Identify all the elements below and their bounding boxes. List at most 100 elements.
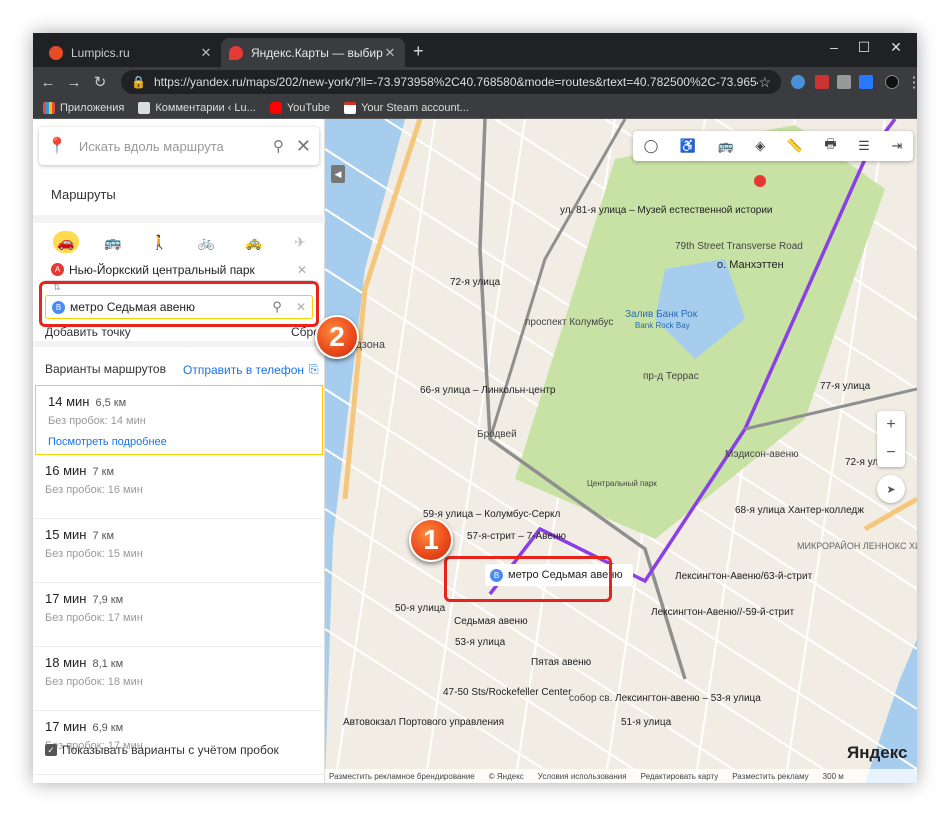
variant-distance: 6,9 км	[92, 722, 124, 734]
close-window-icon[interactable]: ✕	[881, 39, 911, 56]
close-tab-icon[interactable]: ✕	[199, 45, 213, 61]
maximize-icon[interactable]: ☐	[849, 39, 879, 56]
variant-time: 14 мин	[48, 394, 90, 409]
minimize-icon[interactable]: –	[819, 39, 849, 55]
bookmark-steam[interactable]: Your Steam account...	[344, 101, 469, 114]
zoom-out-icon[interactable]: −	[886, 444, 895, 462]
variants-title: Варианты маршрутов	[45, 362, 166, 376]
route-search-input[interactable]	[78, 138, 261, 154]
map-pin-icon: 📍	[47, 138, 67, 155]
bookmark-apps[interactable]: Приложения	[43, 101, 125, 114]
menu-icon[interactable]: ⋮	[903, 73, 918, 91]
address-bar[interactable]: 🔒 https://yandex.ru/maps/202/new-york/?l…	[121, 70, 781, 94]
footer-link[interactable]: Разместить рекламу	[732, 772, 808, 781]
apps-grid-icon	[43, 101, 55, 114]
close-icon[interactable]: ✕	[296, 136, 311, 157]
bookmark-label: Приложения	[60, 101, 125, 114]
routes-title: Маршруты	[51, 187, 116, 202]
ruler-icon[interactable]: 📏	[787, 138, 803, 154]
route-variant[interactable]: 15 мин 7 км Без пробок: 15 мин	[33, 519, 325, 583]
collapse-panel-button[interactable]: ◀	[331, 165, 345, 183]
star-icon[interactable]: ☆	[758, 74, 771, 91]
map-drawing	[325, 119, 917, 783]
bus-icon[interactable]: 🚌	[100, 231, 126, 253]
plane-icon[interactable]: ✈	[287, 231, 313, 253]
map-label: 77-я улица	[820, 381, 871, 392]
map-canvas[interactable]: ул. 81-я улица – Музей естественной исто…	[325, 119, 917, 783]
bookmark-label: Комментарии ‹ Lu...	[155, 101, 256, 114]
variant-distance: 6,5 км	[95, 397, 127, 409]
zoom-control: + −	[877, 411, 905, 467]
bookmark-label: Your Steam account...	[361, 101, 469, 114]
map-label: Автовокзал Портового управления	[343, 717, 504, 728]
reload-icon[interactable]: ↻	[89, 73, 111, 91]
point-a-value: Нью-Йоркский центральный парк	[69, 262, 255, 277]
back-icon[interactable]: ←	[37, 74, 59, 91]
route-variant[interactable]: 18 мин 8,1 км Без пробок: 18 мин	[33, 647, 325, 711]
map-label: 51-я улица	[621, 717, 672, 728]
variant-distance: 7,9 км	[92, 594, 124, 606]
annotation-badge-1: 1	[409, 518, 453, 562]
lumpics-favicon	[49, 45, 63, 60]
extension-icon[interactable]	[791, 75, 805, 89]
map-label: Бродвей	[477, 429, 517, 440]
pedestrian-icon[interactable]: 🚶	[147, 231, 173, 253]
map-label: 66-я улица – Линкольн-центр	[420, 385, 556, 396]
tab-lumpics[interactable]: Lumpics.ru ✕	[41, 38, 221, 67]
avatar[interactable]	[885, 75, 899, 89]
bookmark-comments[interactable]: Комментарии ‹ Lu...	[138, 101, 256, 114]
extension-icon[interactable]	[859, 75, 873, 89]
traffic-icon[interactable]: ◯	[644, 138, 659, 154]
variant-time: 15 мин	[45, 527, 87, 542]
map-footer: Разместить рекламное брендирование © Янд…	[325, 769, 917, 783]
car-icon[interactable]: 🚗	[53, 231, 79, 253]
route-variant[interactable]: 16 мин 7 км Без пробок: 16 мин	[33, 455, 325, 519]
new-tab-icon[interactable]: +	[413, 41, 424, 62]
variant-no-traffic: Без пробок: 16 мин	[45, 484, 143, 496]
variant-distance: 8,1 км	[92, 658, 124, 670]
transit-icon[interactable]: 🚌	[718, 138, 734, 154]
variant-distance: 7 км	[92, 530, 115, 542]
footer-link[interactable]: Разместить рекламное брендирование	[329, 772, 475, 781]
route-variant[interactable]: 14 мин 6,5 км Без пробок: 14 мин Посмотре…	[35, 385, 323, 455]
scale-label: 300 м	[822, 771, 844, 781]
variant-distance: 7 км	[92, 466, 115, 478]
variant-no-traffic: Без пробок: 18 мин	[45, 676, 143, 688]
transport-modes: 🚗 🚌 🚶 🚲 🚕 ✈	[53, 227, 313, 257]
route-variant[interactable]: 17 мин 7,9 км Без пробок: 17 мин	[33, 583, 325, 647]
traffic-checkbox[interactable]: ✓	[45, 744, 57, 756]
zoom-in-icon[interactable]: +	[886, 416, 895, 434]
footer-link[interactable]: Редактировать карту	[641, 772, 719, 781]
print-icon[interactable]: 🖶	[824, 135, 836, 157]
bicycle-icon[interactable]: 🚲	[193, 231, 219, 253]
map-label: 72-я улица	[450, 277, 501, 288]
phone-icon: ⎘	[309, 362, 319, 376]
details-link[interactable]: Посмотреть подробнее	[48, 436, 310, 448]
variant-no-traffic: Без пробок: 15 мин	[45, 548, 143, 560]
search-icon[interactable]: ⚲	[273, 137, 284, 155]
menu-icon[interactable]: ☰	[858, 138, 870, 154]
point-a-field[interactable]: A Нью-Йоркский центральный парк ✕	[45, 259, 313, 281]
footer-link[interactable]: Условия использования	[538, 772, 627, 781]
tab-title: Яндекс.Карты — выбирайте, где	[251, 45, 383, 60]
add-point-link[interactable]: Добавить точку	[45, 325, 131, 339]
bookmark-youtube[interactable]: YouTube	[269, 101, 330, 114]
forward-icon[interactable]: →	[63, 74, 85, 91]
extension-icon[interactable]	[815, 75, 829, 89]
panorama-icon[interactable]: ♿	[680, 138, 696, 154]
map-label: 59-я улица – Колумбус-Серкл	[423, 509, 561, 520]
send-to-phone-link[interactable]: Отправить в телефон ⎘	[183, 362, 319, 377]
tab-yandex-maps[interactable]: Яндекс.Карты — выбирайте, где ✕	[221, 38, 405, 67]
close-tab-icon[interactable]: ✕	[383, 45, 397, 61]
layers-icon[interactable]: ◈	[755, 138, 765, 154]
map-label: 47-50 Sts/Rockefeller Center	[443, 687, 572, 698]
point-a-marker	[754, 175, 766, 187]
extension-icon[interactable]	[837, 75, 851, 89]
close-icon[interactable]: ✕	[297, 263, 307, 277]
map-label: 68-я улица Хантер-колледж	[735, 505, 864, 516]
traffic-option[interactable]: ✓ Показывать варианты с учётом пробок	[45, 743, 279, 757]
location-icon[interactable]: ➤	[877, 475, 905, 503]
login-icon[interactable]: ⇥	[891, 138, 902, 154]
tab-title: Lumpics.ru	[71, 45, 130, 60]
taxi-icon[interactable]: 🚕	[240, 231, 266, 253]
